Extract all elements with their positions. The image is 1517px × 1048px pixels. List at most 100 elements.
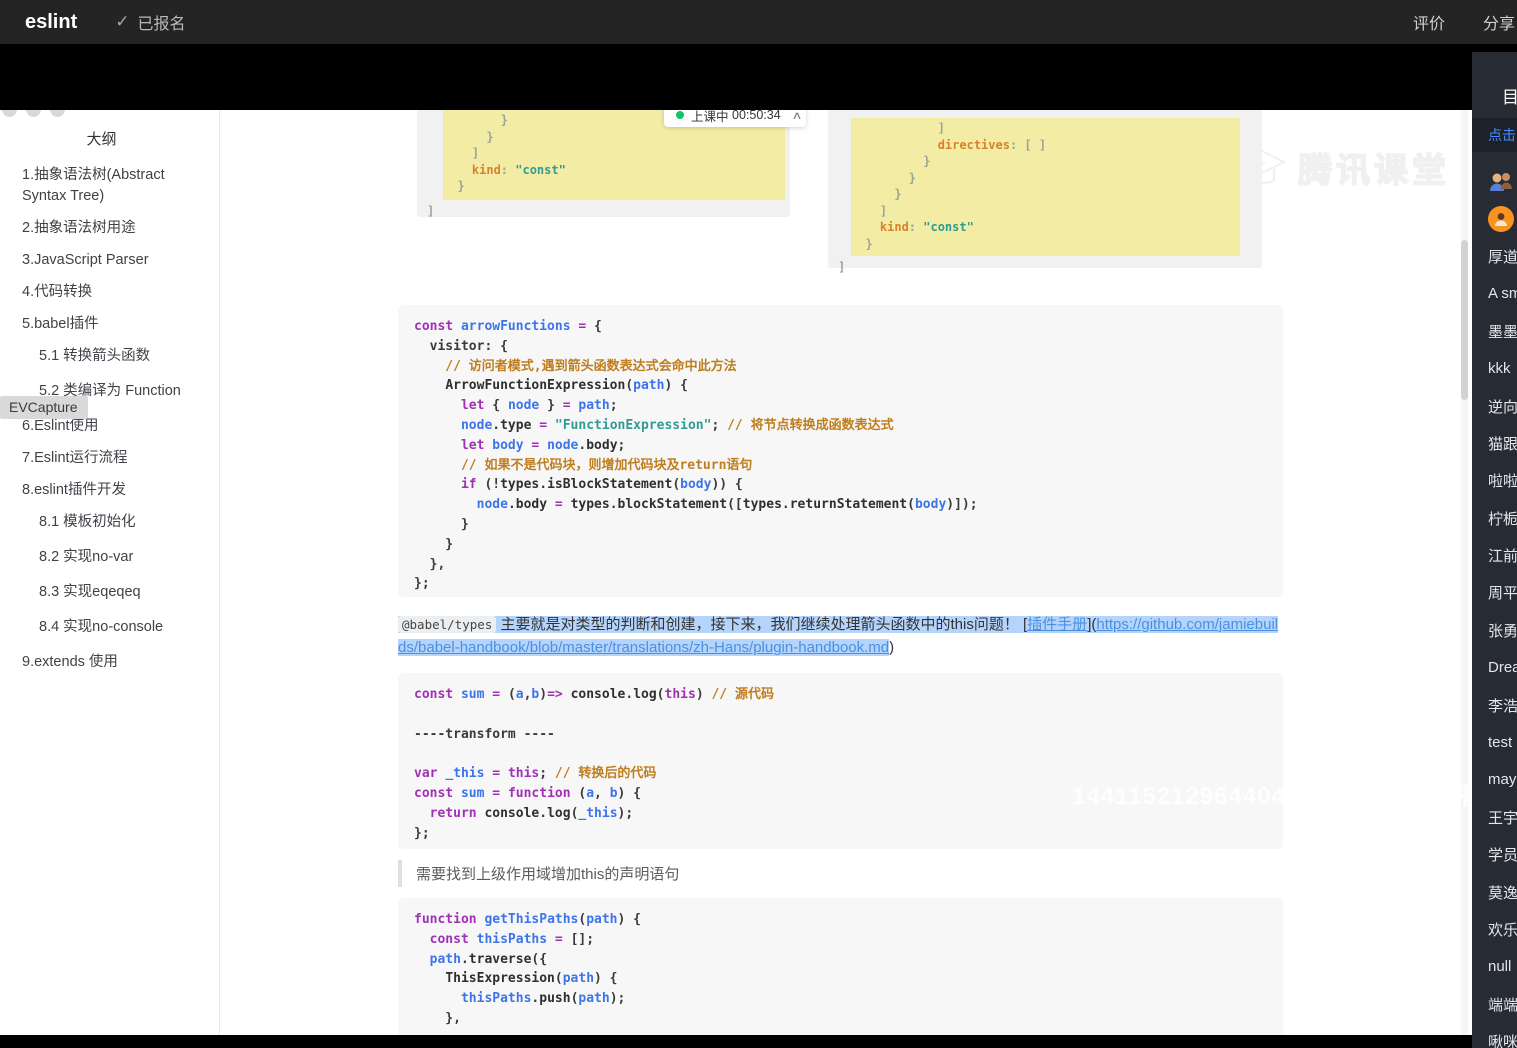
member-name: 莫逸	[1488, 884, 1517, 902]
course-title: eslint	[25, 10, 78, 33]
member-row: kkk	[1472, 350, 1517, 387]
members-panel-header: 目录	[1502, 88, 1517, 107]
outline-item[interactable]: 8.2 实现no-var	[22, 547, 209, 568]
members-panel: 目录 点击 现厚道 A sm 墨墨 kkk 逆向猫跟啦啦柠栀江前周平张勇 Drea 李浩 te…	[1472, 52, 1517, 1048]
member-row: null	[1472, 948, 1517, 985]
member-row: 猫跟	[1472, 425, 1517, 462]
member-name: null	[1488, 958, 1512, 976]
code-line: const sum = (a,b)=> console.log(this) //…	[414, 687, 774, 702]
member-name: 厚道	[1488, 248, 1517, 266]
member-row: 啾咪	[1472, 1023, 1517, 1048]
member-name: 江前	[1488, 548, 1517, 566]
code-line: }	[851, 170, 917, 185]
code-block-get-this-paths: function getThisPaths(path) { const this…	[398, 898, 1283, 1048]
code-line: function getThisPaths(path) {	[414, 912, 641, 927]
hyperlink[interactable]: 插件手册	[1027, 616, 1087, 633]
member-row	[1472, 200, 1517, 237]
page-root: eslint ✓ 已报名 评价 分享 大纲 1.抽象语法树(Abstract S…	[0, 0, 1517, 1048]
outline-item[interactable]: 6.Eslint使用	[22, 416, 209, 437]
member-name: 李浩	[1488, 697, 1517, 715]
scrollbar-thumb[interactable]	[1461, 240, 1468, 400]
scrollbar-track[interactable]	[1461, 110, 1468, 1035]
member-row: 周平	[1472, 574, 1517, 611]
member-name: 周平	[1488, 585, 1517, 603]
outline-panel: 大纲 1.抽象语法树(Abstract Syntax Tree) 2.抽象语法树用…	[0, 102, 220, 1035]
text-selection: @babel/types	[398, 616, 497, 633]
outline-item[interactable]: 9.extends 使用	[22, 652, 209, 673]
live-timer: 00:50:34	[732, 108, 781, 122]
outline-item[interactable]: 3.JavaScript Parser	[22, 250, 209, 271]
code-line: let body = node.body;	[460, 437, 626, 453]
outline-item[interactable]: 1.抽象语法树(Abstract Syntax Tree)	[22, 165, 209, 207]
member-name: 柠栀	[1488, 510, 1517, 528]
blockquote-this-scope: 需要找到上级作用域增加this的声明语句	[398, 860, 1116, 887]
viewer-watermark: 144115212964404343正在观看直播	[1072, 783, 1479, 810]
outline-item[interactable]: 4.代码转换	[22, 282, 209, 303]
outline-item[interactable]: 5.1 转换箭头函数	[22, 346, 209, 367]
outline-item[interactable]: 8.4 实现no-console	[22, 617, 209, 638]
code-line: kind: "const"	[851, 220, 974, 234]
tencent-classroom-watermark: 腾讯课堂	[1232, 143, 1450, 192]
code-line: directives: [ ]	[851, 137, 1047, 152]
topbar-actions: 评价 分享	[1413, 10, 1515, 34]
text-selection: 主要就是对类型的判断和创建，接下来，我们继续处理箭头函数中的this问题！	[496, 616, 1023, 633]
ast-json-block-right: ] directives: [ ] } } } ] kind: "const" …	[828, 110, 1262, 274]
share-button[interactable]: 分享	[1483, 10, 1515, 34]
member-row: Drea	[1472, 649, 1517, 686]
member-row: test	[1472, 724, 1517, 761]
member-row: 江前	[1472, 537, 1517, 574]
outline-item[interactable]: 2.抽象语法树用途	[22, 218, 209, 239]
member-name: 啦啦	[1488, 473, 1517, 491]
member-row: 莫逸	[1472, 873, 1517, 910]
code-line: }	[414, 536, 454, 552]
member-name: 墨墨	[1488, 323, 1517, 341]
member-row: 端端	[1472, 986, 1517, 1023]
code-line: ]	[443, 146, 480, 160]
document-area: 腾讯课堂 } } ] kind: "const" } ] ] directive…	[220, 103, 1478, 1048]
member-name: 端端	[1488, 996, 1517, 1014]
text-selection: 插件手册	[1027, 616, 1088, 633]
member-name: 学员_	[1488, 847, 1517, 865]
chevron-up-icon[interactable]: ∧	[791, 109, 802, 122]
code-line: path.traverse({	[429, 951, 548, 967]
outline-item[interactable]: 8.1 模板初始化	[22, 512, 209, 533]
member-row: A sm	[1472, 275, 1517, 312]
live-dot-icon	[676, 111, 684, 119]
ast-yellow-highlight: ] directives: [ ] } } } ] kind: "const" …	[851, 118, 1240, 256]
outline-item[interactable]: 5.babel插件	[22, 314, 209, 335]
member-row: 墨墨	[1472, 313, 1517, 350]
code-line: }	[851, 236, 873, 251]
member-row: 逆向	[1472, 387, 1517, 424]
outline-item[interactable]: 7.Eslint运行流程	[22, 448, 209, 469]
code-line: visitor: {	[414, 338, 508, 354]
member-name: test	[1488, 734, 1513, 752]
code-block-transform-example: const sum = (a,b)=> console.log(this) //…	[398, 673, 1283, 849]
paragraph-babel-types: @babel/types 主要就是对类型的判断和创建，接下来，我们继续处理箭头函…	[398, 613, 1283, 659]
outline-item[interactable]: 8.3 实现eqeqeq	[22, 582, 209, 603]
enrolled-status: ✓ 已报名	[115, 10, 185, 34]
member-row: 现	[1472, 163, 1517, 200]
code-line: };	[414, 825, 430, 841]
member-name: A sm	[1488, 285, 1517, 303]
paragraph-text: ](	[1087, 616, 1097, 633]
code-line: // 如果不是代码块，则增加代码块及return语句	[414, 457, 753, 473]
group-members-icon	[1490, 172, 1512, 191]
code-line: },	[414, 556, 446, 572]
member-name: mayb	[1488, 771, 1517, 789]
member-row: 李浩	[1472, 686, 1517, 723]
rate-button[interactable]: 评价	[1413, 10, 1445, 34]
member-name: kkk	[1488, 360, 1511, 378]
tencent-classroom-watermark-text: 腾讯课堂	[1297, 151, 1450, 191]
outline-item[interactable]: 8.eslint插件开发	[22, 480, 209, 501]
letterbox-band	[0, 44, 1517, 110]
text-selection: ](	[1087, 616, 1097, 633]
code-line: // 访问者模式,遇到箭头函数表达式会命中此方法	[414, 358, 737, 374]
code-line: }	[443, 129, 494, 144]
enrolled-label: 已报名	[137, 16, 186, 33]
code-line: ThisExpression(path) {	[445, 971, 618, 987]
code-line: const thisPaths = [];	[429, 931, 595, 947]
members-action-link[interactable]: 点击	[1472, 118, 1517, 152]
letterbox-bottom	[0, 1035, 1472, 1048]
member-row: mayb	[1472, 761, 1517, 798]
